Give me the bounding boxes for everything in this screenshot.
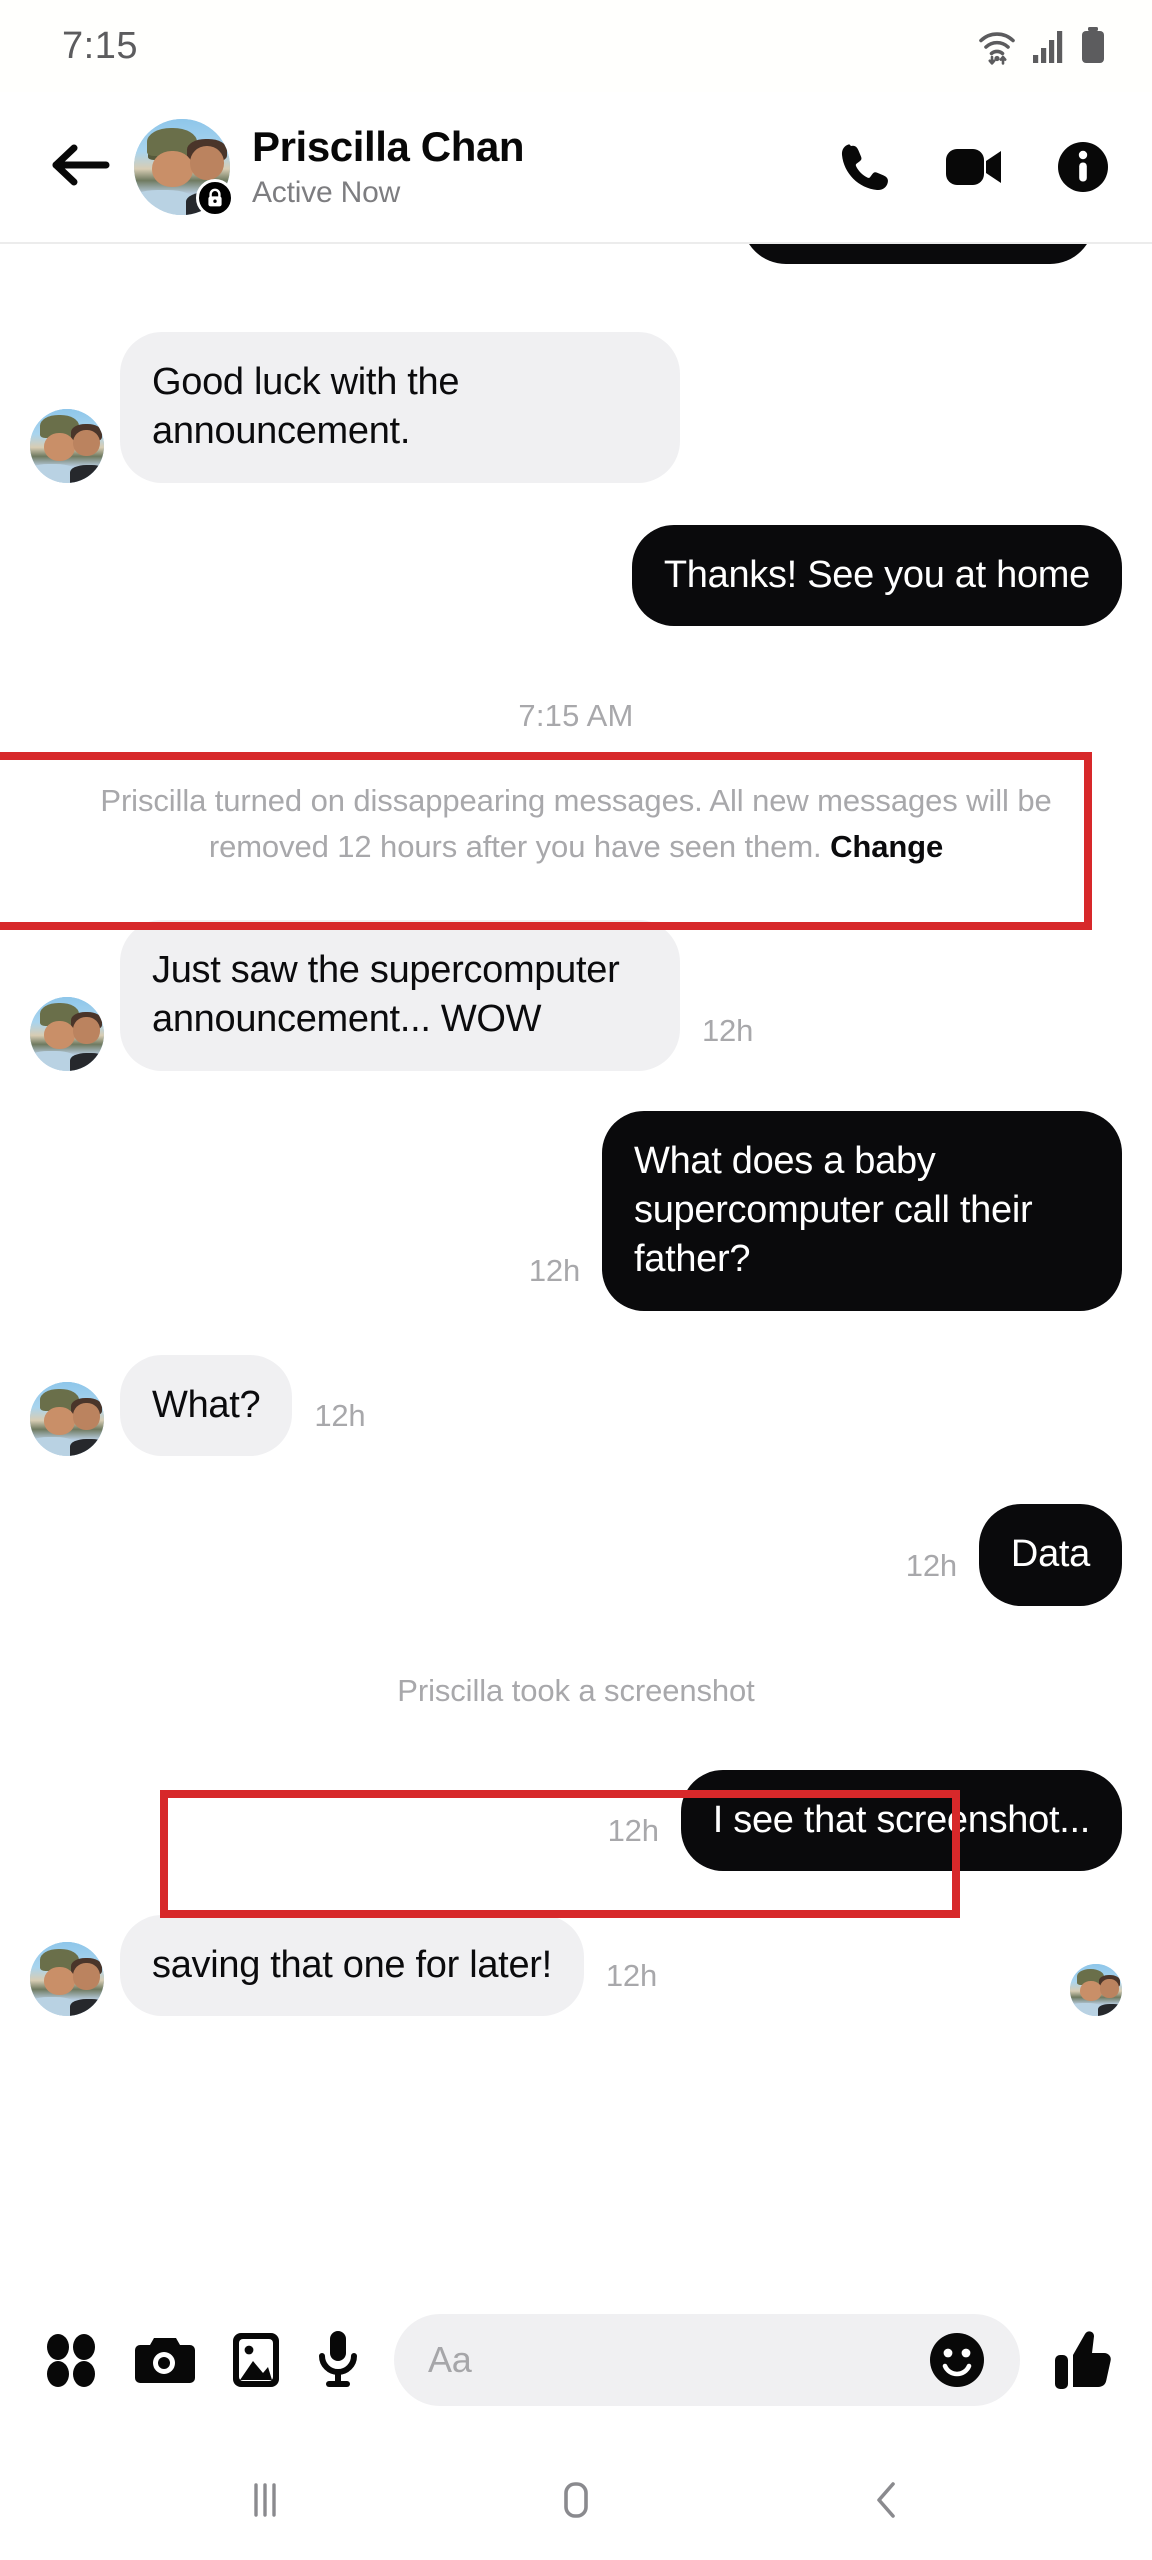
video-call-button[interactable] xyxy=(944,144,1004,190)
camera-button[interactable] xyxy=(134,2332,196,2388)
avatar xyxy=(30,997,104,1071)
disappearing-messages-notice: Priscilla turned on dissappearing messag… xyxy=(30,778,1122,870)
cellular-signal-icon xyxy=(1032,28,1066,64)
timestamp-divider: 7:15 AM xyxy=(30,698,1122,734)
microphone-icon xyxy=(316,2329,360,2391)
screenshot-notice: Priscilla took a screenshot xyxy=(30,1668,1122,1714)
video-camera-icon xyxy=(944,144,1004,190)
nav-back-button[interactable] xyxy=(832,2458,942,2542)
lock-icon xyxy=(196,179,234,217)
message-row: 12h Data xyxy=(30,1504,1122,1605)
message-bubble[interactable]: I see that screenshot... xyxy=(681,1770,1122,1871)
messenger-conversation-screen: 7:15 xyxy=(0,0,1152,2560)
home-button[interactable] xyxy=(521,2458,631,2542)
message-timestamp: 12h xyxy=(680,1013,775,1071)
conversation-info-button[interactable] xyxy=(1056,140,1110,194)
thumbs-up-icon xyxy=(1054,2329,1112,2391)
read-receipt-avatar xyxy=(1070,1964,1122,2016)
status-bar-icons xyxy=(976,26,1106,66)
message-timestamp: 12h xyxy=(884,1548,979,1606)
header-actions xyxy=(838,140,1116,194)
message-row: 12h What does a baby supercomputer call … xyxy=(30,1111,1122,1311)
message-bubble[interactable]: Thanks! See you at home xyxy=(632,525,1122,626)
message-bubble[interactable]: What does a baby supercomputer call thei… xyxy=(602,1111,1122,1311)
four-dots-icon xyxy=(42,2331,100,2389)
nav-back-icon xyxy=(860,2473,914,2527)
message-row: Good luck with the announcement. xyxy=(30,332,1122,483)
message-bubble[interactable]: Just saw the supercomputer announcement.… xyxy=(120,920,680,1071)
message-input[interactable]: Aa xyxy=(394,2314,1020,2406)
presence-status: Active Now xyxy=(252,176,524,210)
image-icon xyxy=(230,2330,282,2390)
gallery-button[interactable] xyxy=(230,2330,282,2390)
change-link[interactable]: Change xyxy=(830,829,943,864)
message-timestamp: 12h xyxy=(292,1398,387,1456)
message-thread[interactable]: Good luck with the announcement. Thanks!… xyxy=(0,244,1152,2280)
status-bar-clock: 7:15 xyxy=(62,25,138,68)
header-avatar[interactable] xyxy=(134,119,230,215)
emoji-button[interactable] xyxy=(928,2331,986,2389)
info-icon xyxy=(1056,140,1110,194)
status-bar: 7:15 xyxy=(0,0,1152,92)
recents-icon xyxy=(238,2473,292,2527)
message-row: Thanks! See you at home xyxy=(30,525,1122,626)
phone-icon xyxy=(838,140,892,194)
message-timestamp: 12h xyxy=(586,1813,681,1871)
message-bubble[interactable]: Good luck with the announcement. xyxy=(120,332,680,483)
page-title: Priscilla Chan xyxy=(252,124,524,169)
header-title-block[interactable]: Priscilla Chan Active Now xyxy=(252,124,524,210)
avatar xyxy=(30,1942,104,2016)
wifi-icon xyxy=(976,26,1018,66)
conversation-header: Priscilla Chan Active Now xyxy=(0,92,1152,244)
message-row: What? 12h xyxy=(30,1355,1122,1456)
message-composer: Aa xyxy=(0,2280,1152,2440)
voice-call-button[interactable] xyxy=(838,140,892,194)
message-bubble[interactable]: Data xyxy=(979,1504,1122,1605)
back-button[interactable] xyxy=(38,124,124,210)
back-arrow-icon xyxy=(50,139,112,196)
battery-icon xyxy=(1080,27,1106,65)
message-timestamp: 12h xyxy=(507,1253,602,1311)
voice-record-button[interactable] xyxy=(316,2329,360,2391)
like-button[interactable] xyxy=(1054,2329,1112,2391)
message-row: 12h I see that screenshot... xyxy=(30,1770,1122,1871)
recents-button[interactable] xyxy=(210,2458,320,2542)
avatar xyxy=(30,409,104,483)
message-row: Just saw the supercomputer announcement.… xyxy=(30,920,1122,1071)
message-bubble[interactable]: saving that one for later! xyxy=(120,1915,584,2016)
camera-icon xyxy=(134,2332,196,2388)
avatar xyxy=(30,1382,104,1456)
smiley-icon xyxy=(928,2331,986,2389)
partial-message-bubble xyxy=(742,244,1094,264)
home-icon xyxy=(549,2473,603,2527)
message-row: saving that one for later! 12h xyxy=(30,1915,1122,2016)
message-timestamp: 12h xyxy=(584,1958,679,2016)
message-bubble[interactable]: What? xyxy=(120,1355,292,1456)
android-navigation-bar xyxy=(0,2440,1152,2560)
more-apps-button[interactable] xyxy=(42,2331,100,2389)
message-input-placeholder: Aa xyxy=(428,2339,472,2381)
